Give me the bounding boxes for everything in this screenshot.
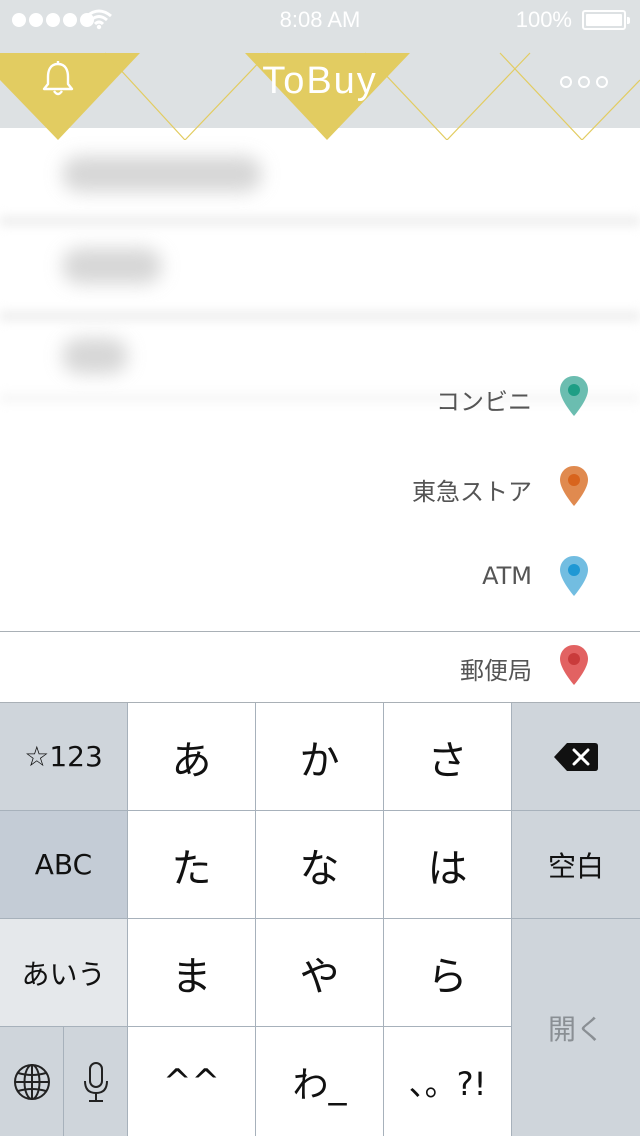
list-item [0, 220, 640, 310]
kana-mode-key[interactable]: あいう [0, 919, 127, 1026]
kana-key-ka[interactable]: か [256, 703, 383, 810]
space-key[interactable]: 空白 [512, 811, 640, 918]
location-label: コンビニ [436, 388, 532, 416]
kana-key-na[interactable]: な [256, 811, 383, 918]
delete-key[interactable] [512, 703, 640, 810]
kana-key-wa[interactable]: わ_ [256, 1027, 383, 1136]
globe-icon [13, 1063, 50, 1100]
map-pin-icon [560, 556, 588, 596]
kana-key-ma[interactable]: ま [128, 919, 255, 1026]
kana-key-ta[interactable]: た [128, 811, 255, 918]
location-item-tokyu-store[interactable]: 東急ストア [280, 442, 640, 532]
map-pin-icon [560, 466, 588, 506]
kana-key-sa[interactable]: さ [384, 703, 511, 810]
more-button[interactable] [556, 70, 612, 94]
numbers-symbols-key[interactable]: ☆123 [0, 703, 127, 810]
kana-key-a[interactable]: あ [128, 703, 255, 810]
status-bar: 8:08 AM 100% [0, 0, 640, 40]
japanese-kana-keyboard: ☆123 ABC あいう あ か さ た な は ま や ら ^^ わ_ 、。?… [0, 703, 640, 1136]
kana-key-ra[interactable]: ら [384, 919, 511, 1026]
punctuation-key[interactable]: 、。?! [384, 1027, 511, 1136]
return-key[interactable]: 開く [512, 919, 640, 1136]
location-label: 東急ストア [412, 478, 532, 506]
emoticon-key[interactable]: ^^ [128, 1027, 255, 1136]
globe-key[interactable] [0, 1027, 63, 1136]
nav-bar: ToBuy [0, 40, 640, 140]
location-label: 郵便局 [460, 657, 532, 685]
mic-icon [83, 1061, 108, 1102]
dictation-key[interactable] [64, 1027, 127, 1136]
abc-key[interactable]: ABC [0, 811, 127, 918]
kana-key-ha[interactable]: は [384, 811, 511, 918]
app-title: ToBuy [262, 60, 378, 102]
map-pin-icon [560, 376, 588, 416]
battery-icon [582, 10, 630, 30]
more-dots-icon [560, 76, 572, 88]
kana-key-ya[interactable]: や [256, 919, 383, 1026]
location-item-post-office[interactable]: 郵便局 [280, 621, 640, 711]
location-item-convenience-store[interactable]: コンビニ [280, 352, 640, 442]
map-pin-icon [560, 645, 588, 685]
battery-percent: 100% [515, 7, 572, 32]
list-item [0, 128, 640, 218]
delete-icon [554, 742, 598, 771]
location-label: ATM [482, 562, 532, 590]
location-item-atm[interactable]: ATM [280, 532, 640, 622]
